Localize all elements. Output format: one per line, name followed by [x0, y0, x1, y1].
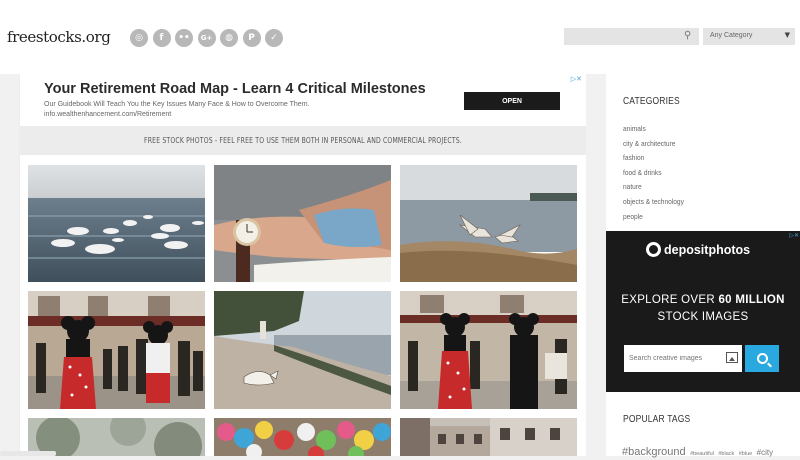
photo-city-building[interactable]	[400, 418, 577, 456]
category-link-food-drinks[interactable]: food & drinks	[623, 168, 684, 183]
category-link-objects-technology[interactable]: objects & technology	[623, 197, 684, 212]
category-select-value: Any Category	[710, 32, 753, 39]
twitter-icon[interactable]: ✓	[265, 29, 283, 47]
photo-seagull-on-beach[interactable]	[214, 291, 391, 409]
ad-url[interactable]: info.wealthenhancement.com/Retirement	[44, 111, 171, 118]
photo-seagull-on-shore[interactable]	[400, 165, 577, 282]
depositphotos-logo: depositphotos	[646, 242, 750, 257]
ad-banner[interactable]: Your Retirement Road Map - Learn 4 Criti…	[20, 74, 586, 126]
category-link-people[interactable]: people	[623, 212, 684, 227]
category-select[interactable]: Any Category ▼	[703, 28, 795, 45]
ad-title[interactable]: Your Retirement Road Map - Learn 4 Criti…	[44, 81, 426, 97]
pinterest-icon[interactable]: P	[242, 29, 261, 47]
depositphotos-subheadline: STOCK IMAGES	[657, 311, 749, 323]
photo-wrist-watch[interactable]	[214, 165, 391, 282]
category-link-nature[interactable]: nature	[623, 182, 684, 197]
instagram-icon[interactable]: ◎	[130, 29, 148, 47]
search-icon[interactable]: ⚲	[684, 30, 691, 41]
google-plus-icon[interactable]: G+	[197, 29, 216, 47]
popular-tags: #background #beautiful #black #blue #cit…	[622, 442, 773, 460]
depositphotos-logo-icon	[646, 242, 661, 257]
search-icon	[756, 353, 768, 364]
ad-choices-icon[interactable]: ▷✕	[789, 232, 799, 239]
photo-minnie-mouse-crowd[interactable]	[28, 291, 205, 409]
tag-link[interactable]: #black	[718, 451, 734, 457]
tag-link[interactable]: #blue	[739, 451, 752, 457]
categories-list: animals city & architecture fashion food…	[623, 124, 692, 226]
depositphotos-headline: EXPLORE OVER 60 MILLION	[606, 294, 800, 306]
depositphotos-headline-pre: EXPLORE OVER	[621, 294, 719, 306]
photo-swans-on-lake[interactable]	[28, 165, 205, 282]
category-link-city-architecture[interactable]: city & architecture	[623, 139, 684, 154]
ad-choices-icon[interactable]: ▷✕	[571, 75, 582, 83]
flickr-icon[interactable]: ••	[175, 29, 193, 47]
depositphotos-ad[interactable]: ▷✕ depositphotos EXPLORE OVER 60 MILLION…	[606, 231, 800, 392]
image-search-icon[interactable]	[726, 352, 738, 363]
category-link-fashion[interactable]: fashion	[623, 153, 684, 168]
tag-link[interactable]: #beautiful	[690, 451, 714, 457]
chevron-down-icon: ▼	[784, 31, 790, 39]
categories-title: CATEGORIES	[623, 96, 680, 107]
photo-plush-toys[interactable]	[214, 418, 391, 456]
depositphotos-search-button[interactable]	[745, 345, 779, 372]
category-link-animals[interactable]: animals	[623, 124, 684, 139]
dribbble-icon[interactable]: ◍	[220, 29, 238, 47]
browser-status-bar	[0, 451, 56, 456]
ad-open-button[interactable]: OPEN	[464, 92, 560, 110]
facebook-icon[interactable]: f	[152, 29, 171, 47]
depositphotos-brand: depositphotos	[664, 242, 751, 257]
depositphotos-search-input[interactable]	[624, 345, 742, 372]
depositphotos-headline-bold: 60 MILLION	[718, 294, 785, 306]
tagline: FREE STOCK PHOTOS - FEEL FREE TO USE THE…	[144, 136, 462, 145]
social-icons: ◎ f •• G+ ◍ P ✓	[130, 29, 283, 47]
popular-tags-title: POPULAR TAGS	[623, 414, 691, 425]
search-input[interactable]	[564, 28, 699, 45]
tag-link[interactable]: #background	[622, 446, 686, 458]
photo-minnie-mouse-street[interactable]	[400, 291, 577, 409]
site-logo[interactable]: freestocks.org	[7, 28, 111, 46]
ad-subtitle: Our Guidebook Will Teach You the Key Iss…	[44, 101, 310, 108]
